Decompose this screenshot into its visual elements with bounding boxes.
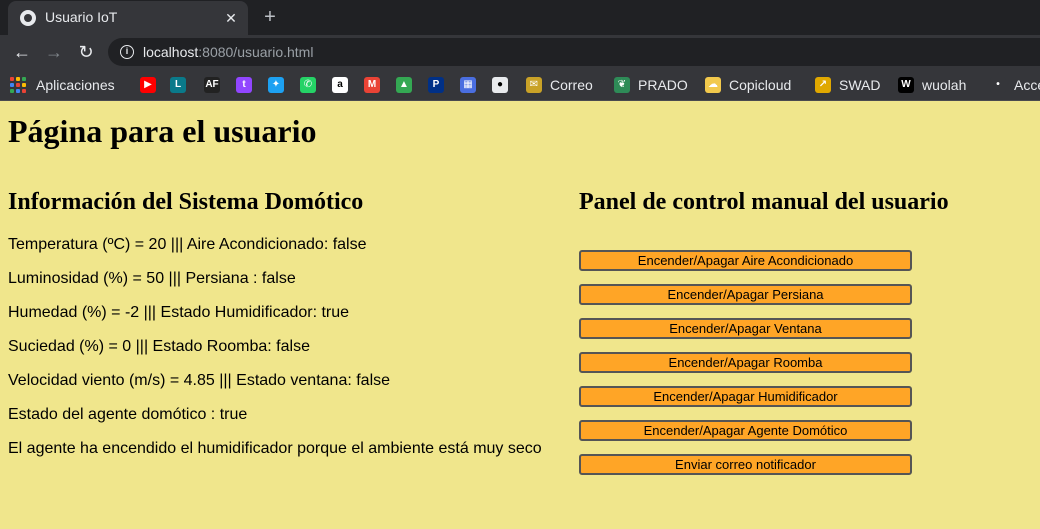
tab-strip: Usuario IoT ✕ + [0,0,1040,35]
info-line-wind: Velocidad viento (m/s) = 4.85 ||| Estado… [8,372,391,389]
grid-app-icon: ▦ [460,77,476,93]
bookmark-grid-app[interactable]: ▦ [460,77,476,93]
bookmark-youtube[interactable]: ▶ [140,77,156,93]
globe-icon [20,10,36,26]
swad-icon: ↗ [815,77,831,93]
toggle-blind-button[interactable]: Encender/Apagar Persiana [579,284,912,305]
toggle-humidifier-button[interactable]: Encender/Apagar Humidificador [579,386,912,407]
bookmark-twitter[interactable]: ✦ [268,77,284,93]
prado-icon: ❦ [614,77,630,93]
info-line-humidity: Humedad (%) = -2 ||| Estado Humidificado… [8,304,350,321]
bookmarks-bar: Aplicaciones ▶ L AF t ✦ ✆ a M ▲ P ▦ ● ✉ Correo ❦ PRADO ☁ C… [0,69,1040,101]
bookmark-amazon[interactable]: a [332,77,348,93]
bookmark-league[interactable]: L [170,77,186,93]
bookmark-correo[interactable]: ✉ Correo [526,77,593,93]
bookmark-label: wuolah [922,77,967,93]
bookmark-twitch[interactable]: t [236,77,252,93]
info-line-agent-message: El agente ha encendido el humidificador … [8,440,542,457]
toggle-agent-button[interactable]: Encender/Apagar Agente Domótico [579,420,912,441]
access-icon: • [990,77,1006,93]
info-line-dirt: Suciedad (%) = 0 ||| Estado Roomba: fals… [8,338,310,355]
tab-close-icon[interactable]: ✕ [220,7,242,29]
wuolah-icon: W [898,77,914,93]
address-bar[interactable]: i localhost:8080/usuario.html [108,38,1040,66]
bookmark-github[interactable]: ● [492,77,508,93]
bookmark-label: Aplicaciones [36,77,115,93]
github-icon: ● [492,77,508,93]
site-info-icon[interactable]: i [120,45,134,59]
league-icon: L [170,77,186,93]
toggle-window-button[interactable]: Encender/Apagar Ventana [579,318,912,339]
bookmark-paypal[interactable]: P [428,77,444,93]
page-content: Página para el usuario Información del S… [0,101,1040,529]
copicloud-icon: ☁ [705,77,721,93]
toggle-ac-button[interactable]: Encender/Apagar Aire Acondicionado [579,250,912,271]
url-text: localhost:8080/usuario.html [143,44,314,60]
browser-tab[interactable]: Usuario IoT ✕ [8,1,248,35]
bookmark-wuolah[interactable]: Wwuolah [898,77,966,93]
new-tab-icon[interactable]: + [259,6,281,28]
back-arrow-icon[interactable]: ← [10,40,34,64]
paypal-icon: P [428,77,444,93]
twitter-icon: ✦ [268,77,284,93]
browser-toolbar: ← → ↻ i localhost:8080/usuario.html [0,35,1040,69]
bookmark-swad[interactable]: ↗ SWAD [815,77,880,93]
bookmark-access[interactable]: • Acce [990,77,1040,93]
af-icon: AF [204,77,220,93]
forward-arrow-icon[interactable]: → [42,40,66,64]
whatsapp-icon: ✆ [300,77,316,93]
bookmark-copicloud[interactable]: ☁ Copicloud [705,77,791,93]
gmail-icon: M [364,77,380,93]
control-heading: Panel de control manual del usuario [579,189,949,215]
bookmark-prado[interactable]: ❦ PRADO [614,77,688,93]
correo-icon: ✉ [526,77,542,93]
bookmark-label: Copicloud [729,77,792,93]
twitch-icon: t [236,77,252,93]
apps-grid-icon [10,77,26,93]
info-line-temperature: Temperatura (ºC) = 20 ||| Aire Acondicio… [8,236,367,253]
toggle-roomba-button[interactable]: Encender/Apagar Roomba [579,352,912,373]
drive-icon: ▲ [396,77,412,93]
bookmark-gmail[interactable]: M [364,77,380,93]
bookmark-label: Correo [550,77,593,93]
amazon-icon: a [332,77,348,93]
youtube-icon: ▶ [140,77,156,93]
page-title: Página para el usuario [8,113,317,149]
bookmark-af[interactable]: AF [204,77,220,93]
info-heading: Información del Sistema Domótico [8,189,364,215]
bookmark-label: SWAD [839,77,881,93]
bookmark-whatsapp[interactable]: ✆ [300,77,316,93]
send-email-button[interactable]: Enviar correo notificador [579,454,912,475]
bookmark-drive[interactable]: ▲ [396,77,412,93]
info-line-luminosity: Luminosidad (%) = 50 ||| Persiana : fals… [8,270,296,287]
bookmark-label: Acce [1014,77,1040,93]
reload-icon[interactable]: ↻ [74,40,98,64]
info-line-agent-state: Estado del agente domótico : true [8,406,248,423]
bookmark-label: PRADO [638,77,688,93]
bookmark-apps-grid[interactable]: Aplicaciones [10,77,115,93]
tab-title: Usuario IoT [45,9,118,25]
